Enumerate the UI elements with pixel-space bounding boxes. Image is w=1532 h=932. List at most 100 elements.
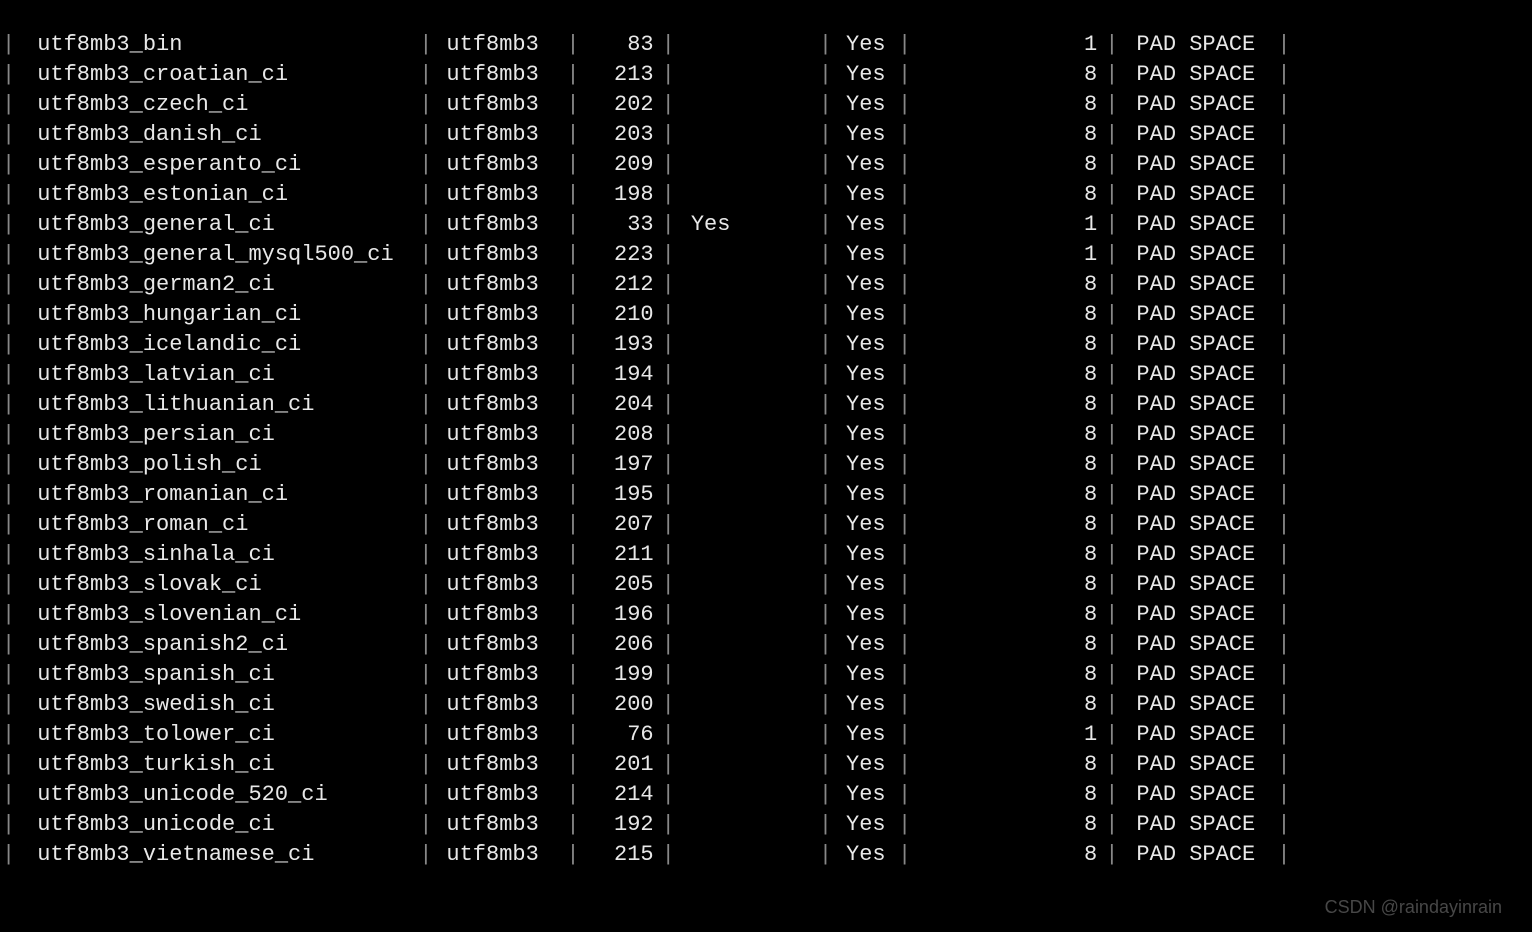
column-separator: | — [896, 210, 913, 240]
table-row: |utf8mb3_latvian_ci|utf8mb3|194||Yes|8|P… — [0, 360, 1532, 390]
column-separator: | — [564, 300, 581, 330]
table-row: |utf8mb3_czech_ci|utf8mb3|202||Yes|8|PAD… — [0, 90, 1532, 120]
column-separator: | — [1103, 720, 1120, 750]
cell-sortlen: 8 — [913, 810, 1103, 840]
column-separator: | — [660, 840, 677, 870]
column-separator: | — [1275, 420, 1292, 450]
column-separator: | — [417, 30, 434, 60]
column-separator: | — [817, 600, 834, 630]
column-separator: | — [0, 300, 17, 330]
column-separator: | — [660, 90, 677, 120]
cell-collation: utf8mb3_spanish_ci — [17, 660, 417, 690]
cell-compiled: Yes — [834, 780, 896, 810]
cell-sortlen: 8 — [913, 570, 1103, 600]
column-separator: | — [0, 630, 17, 660]
cell-compiled: Yes — [834, 240, 896, 270]
cell-isdefault: Yes — [677, 210, 817, 240]
column-separator: | — [660, 780, 677, 810]
table-row: |utf8mb3_roman_ci|utf8mb3|207||Yes|8|PAD… — [0, 510, 1532, 540]
cell-charset: utf8mb3 — [434, 570, 564, 600]
column-separator: | — [1275, 450, 1292, 480]
table-row: |utf8mb3_romanian_ci|utf8mb3|195||Yes|8|… — [0, 480, 1532, 510]
cell-sortlen: 8 — [913, 660, 1103, 690]
column-separator: | — [417, 270, 434, 300]
column-separator: | — [896, 390, 913, 420]
column-separator: | — [0, 810, 17, 840]
cell-charset: utf8mb3 — [434, 90, 564, 120]
table-row: |utf8mb3_swedish_ci|utf8mb3|200||Yes|8|P… — [0, 690, 1532, 720]
column-separator: | — [1275, 360, 1292, 390]
column-separator: | — [564, 690, 581, 720]
table-row: |utf8mb3_icelandic_ci|utf8mb3|193||Yes|8… — [0, 330, 1532, 360]
column-separator: | — [564, 810, 581, 840]
cell-collation: utf8mb3_slovenian_ci — [17, 600, 417, 630]
cell-compiled: Yes — [834, 720, 896, 750]
column-separator: | — [896, 150, 913, 180]
column-separator: | — [896, 90, 913, 120]
cell-compiled: Yes — [834, 660, 896, 690]
cell-id: 210 — [582, 300, 660, 330]
column-separator: | — [1103, 840, 1120, 870]
column-separator: | — [0, 330, 17, 360]
cell-collation: utf8mb3_czech_ci — [17, 90, 417, 120]
cell-sortlen: 1 — [913, 720, 1103, 750]
column-separator: | — [0, 90, 17, 120]
column-separator: | — [817, 330, 834, 360]
cell-charset: utf8mb3 — [434, 780, 564, 810]
cell-pad: PAD SPACE — [1120, 600, 1275, 630]
cell-charset: utf8mb3 — [434, 840, 564, 870]
column-separator: | — [0, 690, 17, 720]
cell-charset: utf8mb3 — [434, 360, 564, 390]
cell-charset: utf8mb3 — [434, 390, 564, 420]
table-row: |utf8mb3_slovenian_ci|utf8mb3|196||Yes|8… — [0, 600, 1532, 630]
column-separator: | — [1103, 390, 1120, 420]
column-separator: | — [1103, 180, 1120, 210]
column-separator: | — [417, 60, 434, 90]
cell-collation: utf8mb3_slovak_ci — [17, 570, 417, 600]
column-separator: | — [0, 510, 17, 540]
column-separator: | — [0, 60, 17, 90]
cell-sortlen: 8 — [913, 120, 1103, 150]
cell-sortlen: 1 — [913, 240, 1103, 270]
column-separator: | — [417, 630, 434, 660]
cell-compiled: Yes — [834, 330, 896, 360]
column-separator: | — [660, 60, 677, 90]
column-separator: | — [660, 720, 677, 750]
column-separator: | — [1103, 270, 1120, 300]
cell-charset: utf8mb3 — [434, 210, 564, 240]
cell-id: 195 — [582, 480, 660, 510]
column-separator: | — [896, 750, 913, 780]
table-row: |utf8mb3_danish_ci|utf8mb3|203||Yes|8|PA… — [0, 120, 1532, 150]
terminal-output[interactable]: |utf8mb3_bin|utf8mb3|83||Yes|1|PAD SPACE… — [0, 0, 1532, 870]
column-separator: | — [564, 720, 581, 750]
cell-compiled: Yes — [834, 450, 896, 480]
cell-id: 200 — [582, 690, 660, 720]
cell-collation: utf8mb3_estonian_ci — [17, 180, 417, 210]
column-separator: | — [1275, 630, 1292, 660]
cell-id: 211 — [582, 540, 660, 570]
column-separator: | — [1103, 360, 1120, 390]
cell-compiled: Yes — [834, 810, 896, 840]
column-separator: | — [817, 570, 834, 600]
cell-pad: PAD SPACE — [1120, 150, 1275, 180]
cell-pad: PAD SPACE — [1120, 360, 1275, 390]
cell-id: 201 — [582, 750, 660, 780]
cell-sortlen: 8 — [913, 90, 1103, 120]
cell-id: 214 — [582, 780, 660, 810]
column-separator: | — [817, 240, 834, 270]
column-separator: | — [1275, 30, 1292, 60]
column-separator: | — [660, 570, 677, 600]
column-separator: | — [564, 420, 581, 450]
column-separator: | — [0, 210, 17, 240]
column-separator: | — [417, 210, 434, 240]
column-separator: | — [564, 510, 581, 540]
column-separator: | — [1103, 450, 1120, 480]
cell-id: 215 — [582, 840, 660, 870]
table-row: |utf8mb3_estonian_ci|utf8mb3|198||Yes|8|… — [0, 180, 1532, 210]
column-separator: | — [417, 600, 434, 630]
cell-sortlen: 8 — [913, 540, 1103, 570]
column-separator: | — [817, 300, 834, 330]
column-separator: | — [0, 270, 17, 300]
column-separator: | — [564, 330, 581, 360]
cell-sortlen: 8 — [913, 780, 1103, 810]
